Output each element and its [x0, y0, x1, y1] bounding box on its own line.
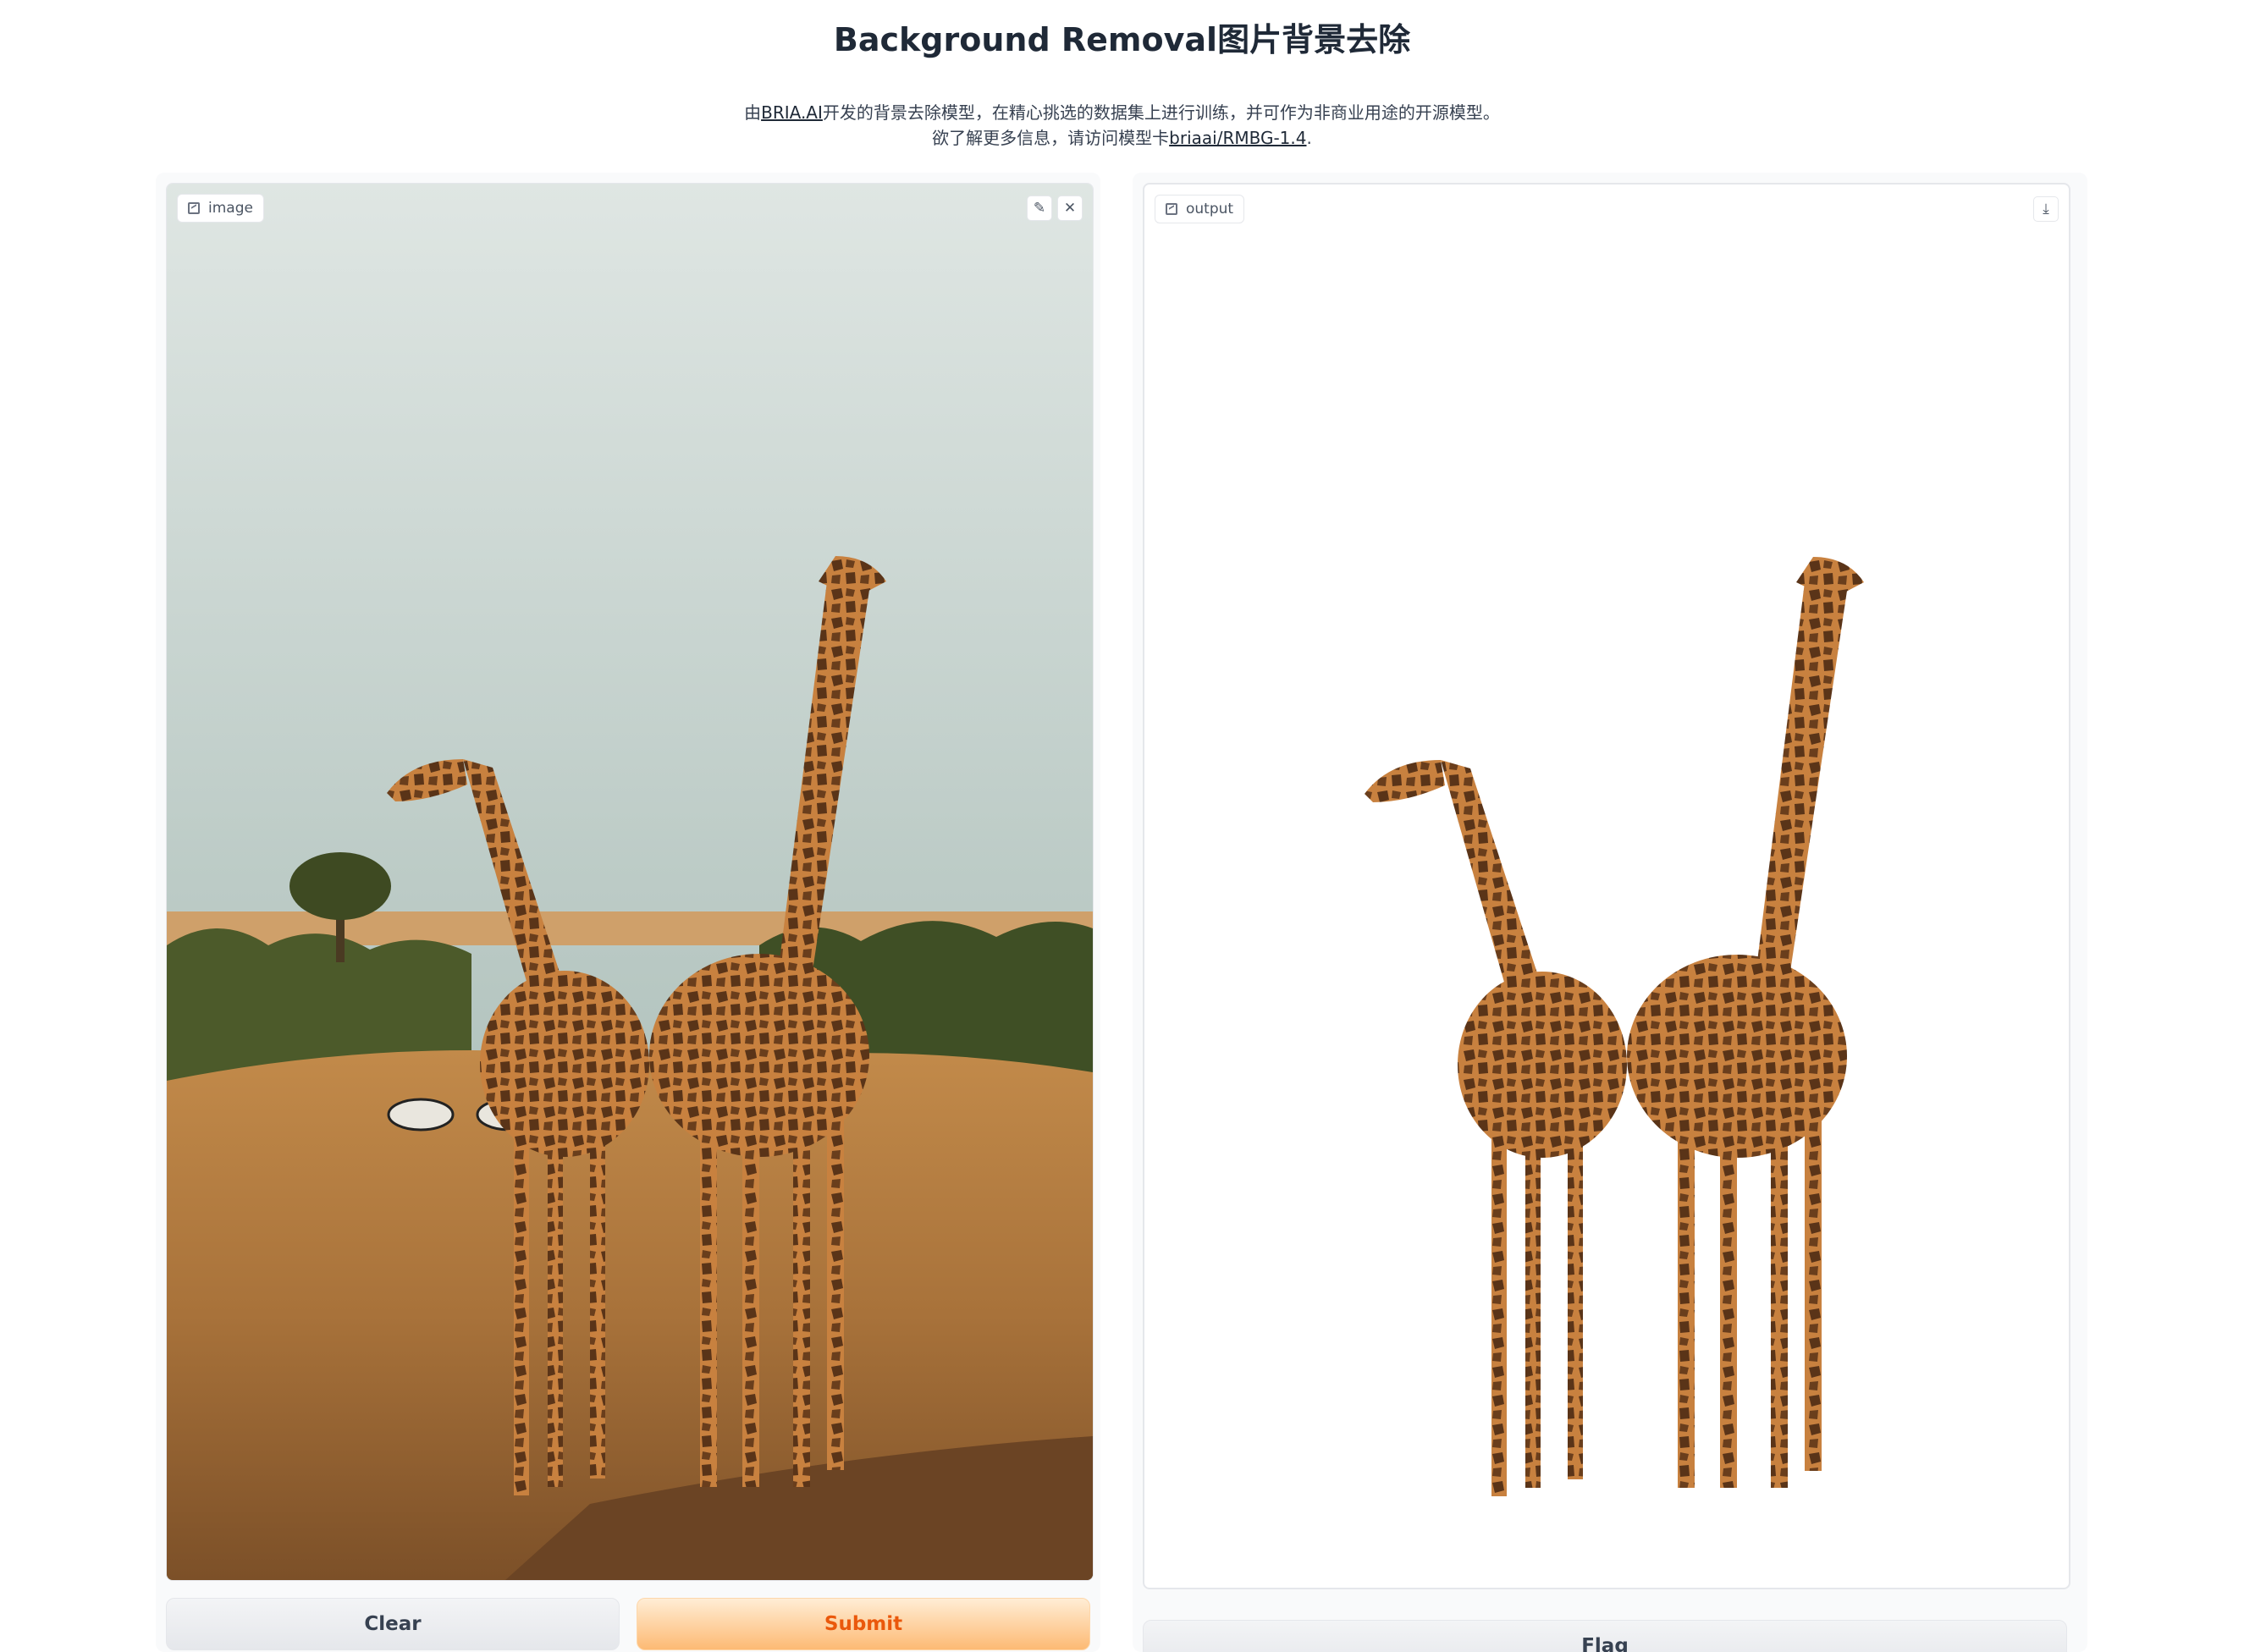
desc-line2-prefix: 欲了解更多信息，请访问模型卡: [932, 128, 1170, 148]
model-card-link[interactable]: briaai/RMBG-1.4: [1169, 128, 1306, 148]
clear-button[interactable]: Clear: [166, 1598, 620, 1650]
giraffes-cutout: [1365, 557, 1864, 1496]
output-label-text: output: [1186, 201, 1234, 218]
input-label-text: image: [208, 200, 253, 217]
page-title: Background Removal图片背景去除: [833, 21, 1411, 58]
bria-link[interactable]: BRIA.AI: [761, 102, 823, 123]
savanna-photo: [167, 184, 1093, 1580]
image-icon: [188, 202, 200, 214]
download-icon[interactable]: ⤓: [2033, 196, 2059, 222]
desc-suffix: .: [1306, 128, 1312, 148]
output-image: output ⤓: [1143, 183, 2070, 1589]
output-image-label: output: [1155, 195, 1245, 223]
description-line-2: 欲了解更多信息，请访问模型卡briaai/RMBG-1.4.: [0, 125, 2244, 151]
submit-button[interactable]: Submit: [637, 1598, 1090, 1650]
app-root: Background Removal图片背景去除 由BRIA.AI开发的背景去除…: [0, 0, 2244, 1652]
input-image-label: image: [177, 194, 264, 223]
image-icon: [1166, 203, 1177, 215]
output-panel: output ⤓ Flag: [1133, 173, 2087, 1652]
close-icon[interactable]: ✕: [1057, 195, 1083, 221]
desc-prefix: 由: [744, 102, 762, 123]
desc-mid: 开发的背景去除模型，在精心挑选的数据集上进行训练，并可作为非商业用途的开源模型。: [822, 102, 1500, 123]
flag-button[interactable]: Flag: [1143, 1620, 2067, 1652]
input-image[interactable]: image ✎ ✕: [166, 183, 1094, 1581]
pencil-icon[interactable]: ✎: [1027, 195, 1052, 221]
page-description: 由BRIA.AI开发的背景去除模型，在精心挑选的数据集上进行训练，并可作为非商业…: [0, 100, 2244, 151]
input-panel: image ✎ ✕ Clear Submit: [156, 173, 1100, 1652]
description-line-1: 由BRIA.AI开发的背景去除模型，在精心挑选的数据集上进行训练，并可作为非商业…: [0, 100, 2244, 125]
